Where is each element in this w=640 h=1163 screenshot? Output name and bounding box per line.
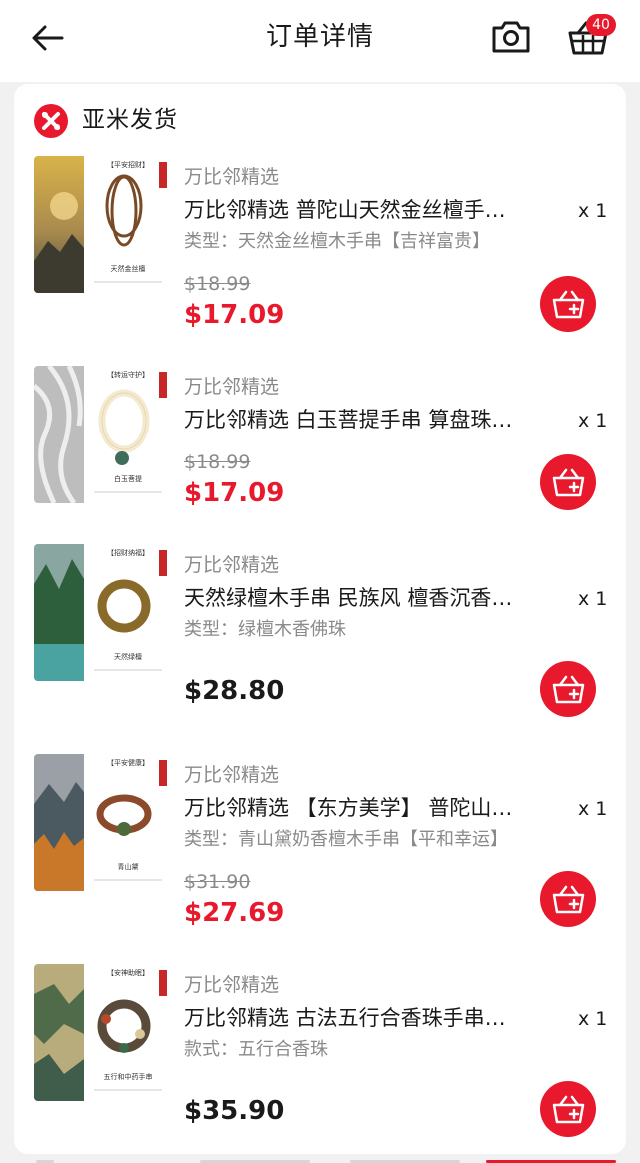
- product-thumbnail[interactable]: 【安神助眠】 五行和中药手串: [34, 964, 171, 1101]
- add-to-cart-icon: [552, 885, 585, 914]
- add-to-cart-button[interactable]: [540, 276, 596, 332]
- store-name: 万比邻精选: [184, 554, 280, 576]
- sale-price: $17.09: [184, 478, 285, 508]
- price: $28.80: [184, 676, 285, 706]
- add-to-cart-icon: [552, 290, 585, 319]
- yami-logo-icon: [34, 104, 68, 138]
- quantity: x 1: [578, 200, 608, 222]
- thumbnail-name: 天然绿檀: [114, 653, 142, 661]
- store-name: 万比邻精选: [184, 974, 280, 996]
- product-thumbnail[interactable]: 【平安招财】 天然金丝檀: [34, 156, 171, 293]
- store-name: 万比邻精选: [184, 764, 280, 786]
- product-thumbnail[interactable]: 【转运守护】 白玉菩提: [34, 366, 171, 503]
- product-variant: 款式：五行合香珠: [184, 1039, 328, 1060]
- thumbnail-tag: 【安神助眠】: [107, 969, 149, 977]
- original-price: $31.90: [184, 871, 251, 893]
- add-to-cart-icon: [552, 468, 585, 497]
- thumbnail-name: 天然金丝檀: [110, 265, 146, 273]
- thumbnail-name: 五行和中药手串: [103, 1073, 153, 1081]
- top-nav-bar: 订单详情 40: [0, 0, 640, 82]
- store-name: 万比邻精选: [184, 376, 280, 398]
- original-price: $18.99: [184, 273, 251, 295]
- price: $35.90: [184, 1096, 285, 1126]
- thumbnail-tag: 【招财纳福】: [107, 549, 149, 557]
- product-variant: 类型：绿檀木香佛珠: [184, 619, 346, 640]
- thumbnail-tag: 【转运守护】: [107, 371, 149, 379]
- product-variant: 类型：天然金丝檀木手串【吉祥富贵】: [184, 231, 490, 252]
- add-to-cart-icon: [552, 675, 585, 704]
- add-to-cart-button[interactable]: [540, 454, 596, 510]
- product-title[interactable]: 万比邻精选 【东方美学】 普陀山…: [184, 792, 564, 824]
- camera-button[interactable]: [490, 17, 532, 57]
- sale-price: $17.09: [184, 300, 285, 330]
- store-name: 万比邻精选: [184, 166, 280, 188]
- add-to-cart-button[interactable]: [540, 1081, 596, 1137]
- page-title: 订单详情: [265, 22, 374, 52]
- order-items-card: 亚米发货 【平安招财】 天然金丝檀 万比邻精选 万比邻精选 普陀山天然金丝檀手……: [14, 84, 626, 1154]
- product-thumbnail[interactable]: 【平安健康】 青山黛: [34, 754, 171, 891]
- thumbnail-name: 白玉菩提: [114, 475, 142, 483]
- thumbnail-name: 青山黛: [117, 863, 139, 871]
- product-variant: 类型：青山黛奶香檀木手串【平和幸运】: [184, 829, 508, 850]
- seller-name: 亚米发货: [82, 107, 178, 133]
- product-title[interactable]: 万比邻精选 古法五行合香珠手串…: [184, 1002, 564, 1034]
- product-thumbnail[interactable]: 【招财纳福】 天然绿檀: [34, 544, 171, 681]
- product-title[interactable]: 万比邻精选 白玉菩提手串 算盘珠…: [184, 404, 564, 436]
- thumbnail-tag: 【平安招财】: [107, 161, 149, 169]
- quantity: x 1: [578, 410, 608, 432]
- quantity: x 1: [578, 588, 608, 610]
- add-to-cart-button[interactable]: [540, 661, 596, 717]
- add-to-cart-icon: [552, 1095, 585, 1124]
- cart-count-badge: 40: [586, 14, 616, 36]
- quantity: x 1: [578, 798, 608, 820]
- thumbnail-tag: 【平安健康】: [107, 759, 149, 767]
- product-title[interactable]: 天然绿檀木手串 民族风 檀香沉香…: [184, 582, 564, 614]
- quantity: x 1: [578, 1008, 608, 1030]
- sale-price: $27.69: [184, 898, 285, 928]
- camera-icon: [492, 21, 530, 53]
- add-to-cart-button[interactable]: [540, 871, 596, 927]
- product-title[interactable]: 万比邻精选 普陀山天然金丝檀手…: [184, 194, 564, 226]
- original-price: $18.99: [184, 451, 251, 473]
